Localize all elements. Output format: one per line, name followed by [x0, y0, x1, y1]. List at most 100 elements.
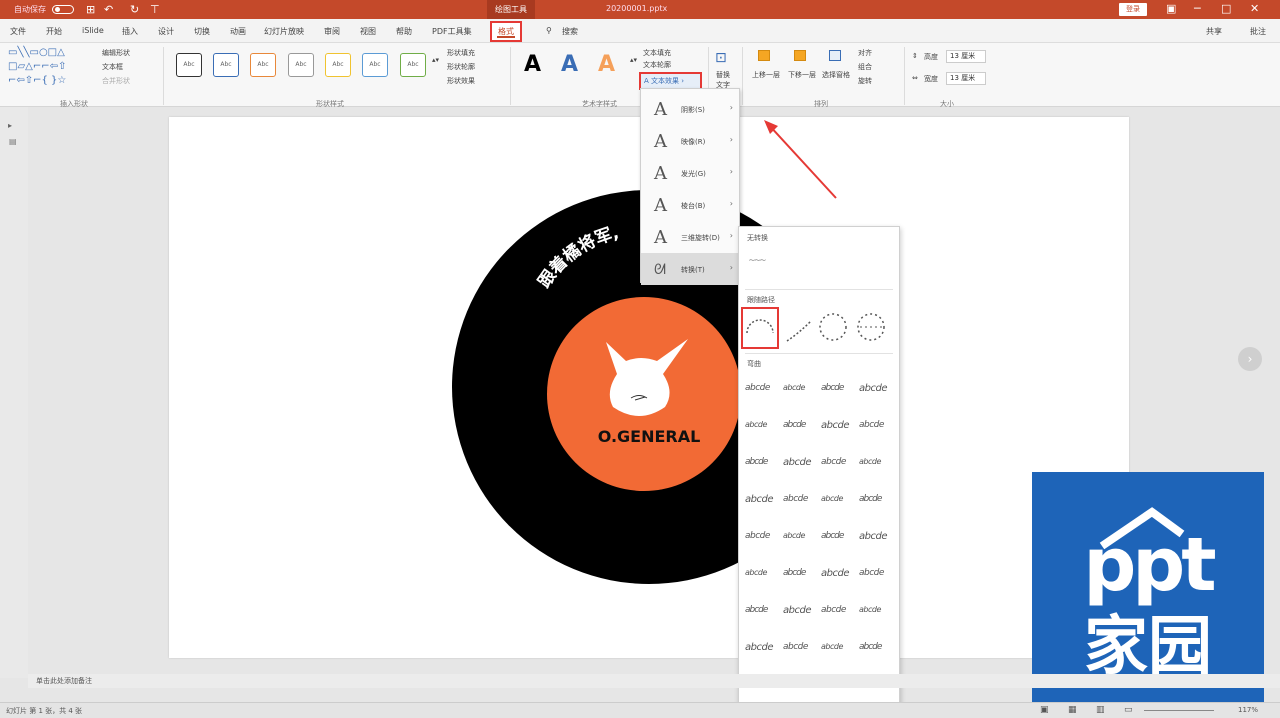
thumbnails-icon[interactable]: ▤: [9, 137, 17, 146]
wordart-black-a-icon[interactable]: A: [524, 52, 541, 77]
customize-icon[interactable]: ⊤: [150, 3, 160, 16]
warp-option[interactable]: abcde: [859, 494, 882, 504]
shape-gallery-row3-icon[interactable]: ⌐⇦⇧⌐{ }☆: [8, 76, 66, 86]
warp-option[interactable]: abcde: [859, 383, 887, 394]
send-backward-button[interactable]: 下移一层: [788, 70, 816, 80]
normal-view-icon[interactable]: ▣: [1040, 705, 1049, 715]
wordart-blue-a-icon[interactable]: A: [561, 52, 578, 77]
comment-button[interactable]: 批注: [1250, 26, 1266, 37]
merge-shapes-button[interactable]: 合并形状: [102, 76, 130, 86]
shape-effects-button[interactable]: 形状效果: [447, 76, 475, 86]
warp-option[interactable]: abcde: [821, 457, 846, 467]
tab-animations[interactable]: 动画: [230, 26, 246, 37]
tab-islide[interactable]: iSlide: [82, 26, 104, 35]
shape-style-1[interactable]: Abc: [176, 53, 202, 77]
edit-shape-button[interactable]: 编辑形状: [102, 48, 130, 58]
expand-thumbnails-icon[interactable]: ▸: [8, 121, 12, 130]
thumbnail-pane-collapsed[interactable]: ▸ ▤: [0, 107, 28, 678]
notes-pane[interactable]: 单击此处添加备注: [28, 674, 1280, 688]
menu-item-glow[interactable]: A 发光(G) ›: [641, 157, 739, 189]
warp-option[interactable]: abcde: [859, 642, 882, 652]
tab-pdf-tools[interactable]: PDF工具集: [432, 26, 472, 37]
search-label[interactable]: 搜索: [562, 26, 578, 37]
warp-option[interactable]: abcde: [783, 642, 808, 652]
menu-item-shadow[interactable]: A 阴影(S) ›: [641, 93, 739, 125]
wordart-scroll-icon[interactable]: ▴▾: [630, 56, 637, 64]
follow-path-arch-down[interactable]: [785, 317, 813, 347]
tab-format[interactable]: 格式: [490, 21, 522, 42]
tab-insert[interactable]: 插入: [122, 26, 138, 37]
warp-option[interactable]: abcde: [783, 605, 811, 616]
zoom-slider[interactable]: [1144, 710, 1214, 711]
send-backward-icon[interactable]: [794, 50, 806, 61]
warp-option[interactable]: abcde: [745, 420, 767, 429]
warp-option[interactable]: abcde: [783, 457, 811, 468]
warp-option[interactable]: abcde: [821, 420, 849, 431]
styles-scroll-icon[interactable]: ▴▾: [432, 56, 439, 64]
warp-option[interactable]: abcde: [783, 420, 806, 430]
warp-option[interactable]: abcde: [783, 494, 808, 504]
bring-forward-button[interactable]: 上移一层: [752, 70, 780, 80]
shape-fill-button[interactable]: 形状填充: [447, 48, 475, 58]
next-slide-button[interactable]: ›: [1238, 347, 1262, 371]
shape-style-6[interactable]: Abc: [362, 53, 388, 77]
bring-forward-icon[interactable]: [758, 50, 770, 61]
redo-icon[interactable]: ↻: [130, 3, 139, 16]
alt-text-label-1[interactable]: 替换: [716, 70, 730, 80]
warp-option[interactable]: abcde: [821, 642, 843, 651]
tab-slideshow[interactable]: 幻灯片放映: [264, 26, 304, 37]
warp-option[interactable]: abcde: [745, 605, 768, 615]
warp-option[interactable]: abcde: [821, 494, 843, 503]
shape-style-4[interactable]: Abc: [288, 53, 314, 77]
group-button[interactable]: 组合: [858, 62, 872, 72]
no-transform-option[interactable]: ⁓⁓⁓: [749, 257, 766, 264]
selection-pane-icon[interactable]: [829, 50, 841, 61]
text-box-button[interactable]: 文本框: [102, 62, 123, 72]
reading-view-icon[interactable]: ▥: [1096, 705, 1105, 715]
warp-option[interactable]: abcde: [783, 383, 805, 392]
shape-style-5[interactable]: Abc: [325, 53, 351, 77]
warp-option[interactable]: abcde: [821, 531, 844, 541]
maximize-icon[interactable]: □: [1221, 2, 1231, 15]
tab-transitions[interactable]: 切换: [194, 26, 210, 37]
wordart-orange-a-icon[interactable]: A: [598, 52, 615, 77]
tab-review[interactable]: 审阅: [324, 26, 340, 37]
notes-placeholder[interactable]: 单击此处添加备注: [36, 676, 92, 686]
save-icon[interactable]: ⊞: [86, 3, 95, 16]
align-button[interactable]: 对齐: [858, 48, 872, 58]
login-button[interactable]: 登录: [1119, 3, 1147, 16]
zoom-level[interactable]: 117%: [1238, 706, 1258, 714]
menu-item-transform[interactable]: ᘛ 转换(T) ›: [641, 253, 739, 285]
rotate-button[interactable]: 旋转: [858, 76, 872, 86]
close-icon[interactable]: ✕: [1250, 2, 1259, 15]
selection-pane-button[interactable]: 选择窗格: [822, 70, 850, 80]
share-button[interactable]: 共享: [1206, 26, 1222, 37]
tab-file[interactable]: 文件: [10, 26, 26, 37]
follow-path-arch-up[interactable]: [741, 307, 779, 349]
shape-gallery-icon[interactable]: ▭╲╲▭○□△: [8, 48, 65, 58]
menu-item-reflection[interactable]: A 映像(R) ›: [641, 125, 739, 157]
slideshow-view-icon[interactable]: ▭: [1124, 705, 1133, 715]
search-icon[interactable]: ⚲: [546, 26, 552, 35]
warp-option[interactable]: abcde: [859, 457, 881, 466]
tab-design[interactable]: 设计: [158, 26, 174, 37]
shape-gallery-row2-icon[interactable]: □▱△⌐⌐⇦⇧: [8, 62, 66, 72]
height-field[interactable]: 13 厘米: [946, 50, 986, 63]
tab-help[interactable]: 帮助: [396, 26, 412, 37]
tab-view[interactable]: 视图: [360, 26, 376, 37]
text-fill-button[interactable]: 文本填充: [643, 48, 671, 58]
warp-option[interactable]: abcde: [859, 568, 884, 578]
warp-option[interactable]: abcde: [745, 531, 770, 541]
alt-text-icon[interactable]: ⊡: [715, 50, 727, 66]
follow-path-button[interactable]: [855, 311, 887, 343]
warp-option[interactable]: abcde: [745, 383, 770, 393]
warp-option[interactable]: abcde: [821, 568, 849, 579]
brand-text[interactable]: O.GENERAL: [598, 427, 701, 446]
warp-option[interactable]: abcde: [821, 383, 844, 393]
text-outline-button[interactable]: 文本轮廓: [643, 60, 671, 70]
warp-option[interactable]: abcde: [859, 605, 881, 614]
minimize-icon[interactable]: ─: [1194, 2, 1201, 15]
autosave-toggle[interactable]: [52, 5, 74, 14]
warp-option[interactable]: abcde: [745, 494, 773, 505]
ribbon-display-icon[interactable]: ▣: [1166, 2, 1176, 15]
